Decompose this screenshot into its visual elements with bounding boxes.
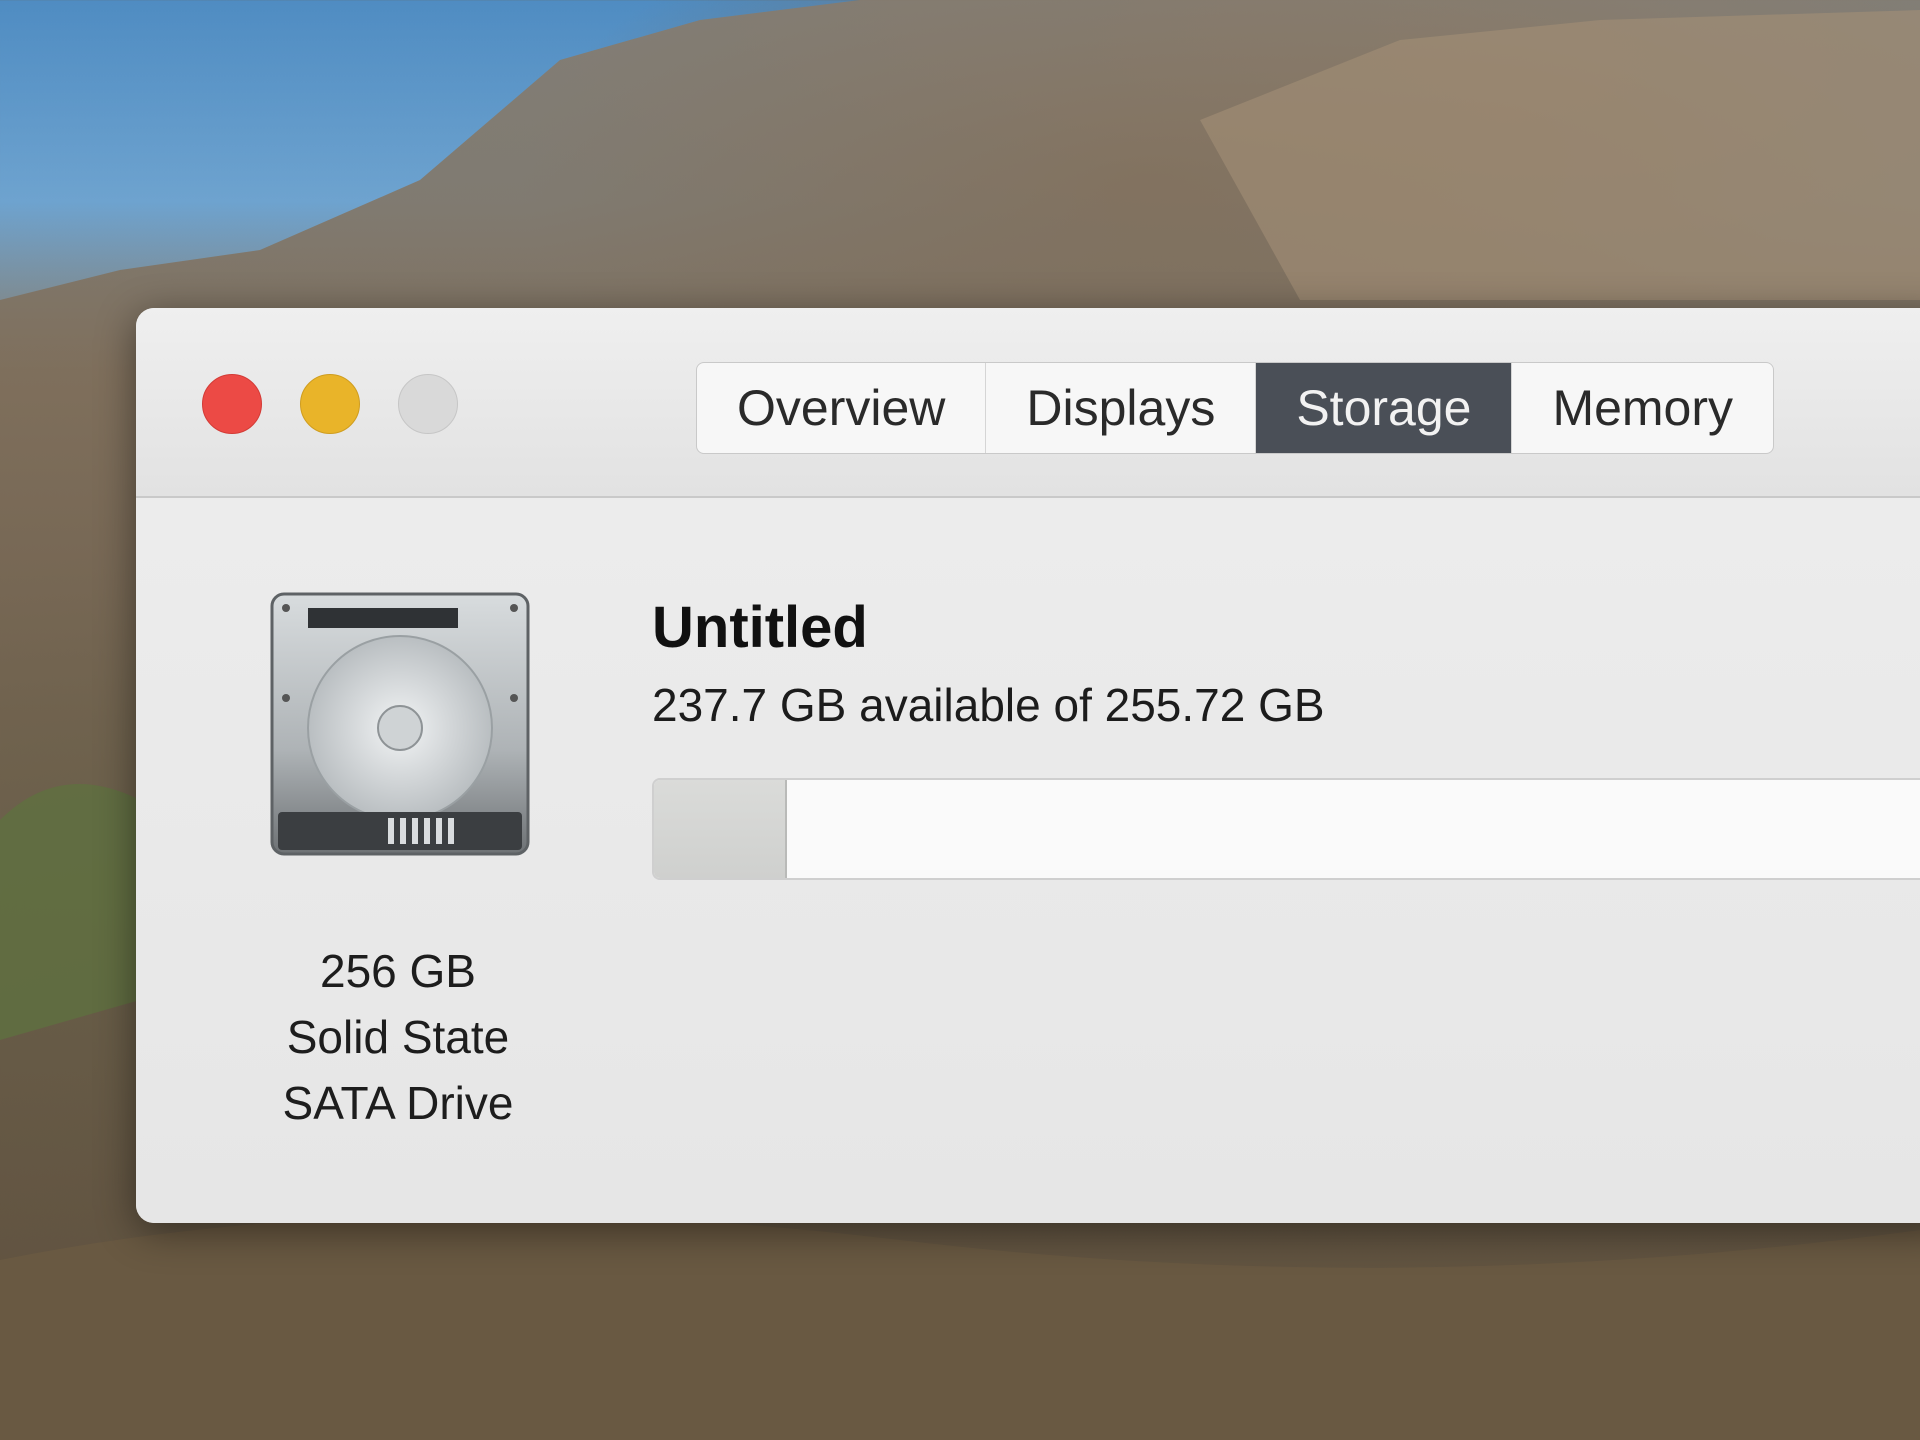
volume-capacity-text: 237.7 GB available of 255.72 GB bbox=[652, 679, 1325, 731]
disk-interface-label: SATA Drive bbox=[282, 1077, 514, 1129]
zoom-button[interactable] bbox=[398, 374, 458, 434]
close-button[interactable] bbox=[202, 374, 262, 434]
window-titlebar: Overview Displays Storage Memory bbox=[136, 308, 1920, 498]
tab-displays[interactable]: Displays bbox=[986, 363, 1257, 453]
disk-caption: 256 GB Solid State SATA Drive bbox=[248, 938, 548, 1136]
hard-drive-icon bbox=[270, 592, 530, 856]
storage-panel: 256 GB Solid State SATA Drive Untitled 2… bbox=[136, 498, 1920, 1223]
storage-usage-bar bbox=[652, 778, 1920, 880]
disk-capacity-label: 256 GB bbox=[320, 945, 476, 997]
disk-type-label: Solid State bbox=[286, 1011, 510, 1063]
system-information-window: Overview Displays Storage Memory 256 GB … bbox=[136, 308, 1920, 1223]
tab-overview[interactable]: Overview bbox=[697, 363, 987, 453]
used-space-segment bbox=[654, 780, 787, 878]
tab-storage[interactable]: Storage bbox=[1256, 363, 1513, 453]
tab-bar: Overview Displays Storage Memory bbox=[696, 362, 1775, 454]
volume-name: Untitled bbox=[652, 595, 868, 660]
minimize-button[interactable] bbox=[300, 374, 360, 434]
tab-memory[interactable]: Memory bbox=[1512, 363, 1773, 453]
